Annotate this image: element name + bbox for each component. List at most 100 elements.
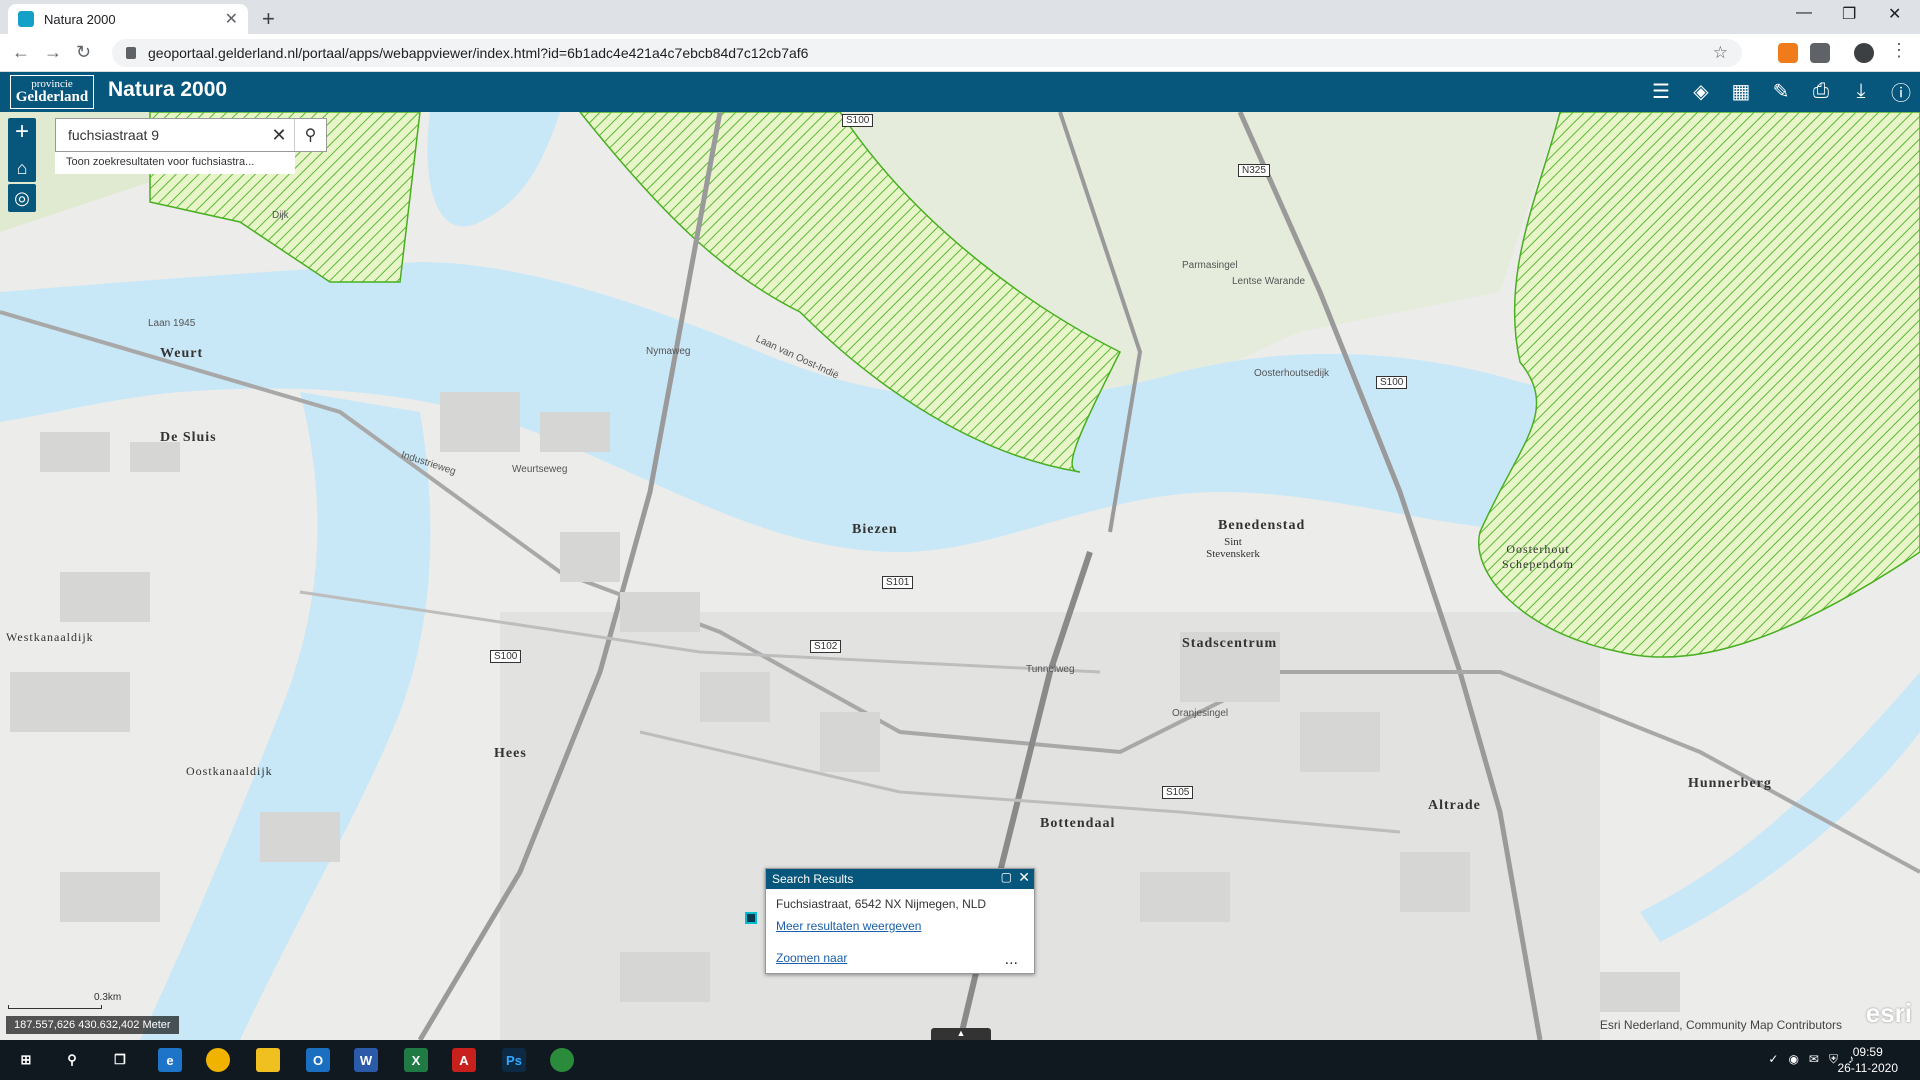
close-window-icon[interactable]: ✕ <box>1888 4 1901 24</box>
road-shield: S101 <box>882 576 914 589</box>
search-results-popup: Search Results ▢ ✕ Fuchsiastraat, 6542 N… <box>765 868 1035 974</box>
windows-taskbar: ⊞ ⚲ ❐ e O W X A Ps ✓ ◉ ✉ ⛨ ♪ 09:59 26-11… <box>0 1040 1920 1080</box>
bookmark-star-icon[interactable]: ☆ <box>1713 43 1728 63</box>
measure-icon[interactable]: ✎ <box>1768 78 1794 104</box>
close-tab-icon[interactable]: ✕ <box>225 9 238 29</box>
search-button[interactable]: ⚲ <box>294 119 326 151</box>
street-oosterhoutsedijk: Oosterhoutsedijk <box>1254 368 1330 379</box>
label-stadscentrum: Stadscentrum <box>1182 636 1278 651</box>
popup-header: Search Results ▢ ✕ <box>766 869 1034 889</box>
road-shield: S102 <box>810 640 842 653</box>
attribution: Esri Nederland, Community Map Contributo… <box>1599 1018 1842 1032</box>
profile-icon[interactable] <box>1854 43 1874 63</box>
popup-more-icon[interactable]: ... <box>1005 951 1018 969</box>
search-taskbar-icon[interactable]: ⚲ <box>60 1048 84 1072</box>
photoshop-icon[interactable]: Ps <box>502 1048 526 1072</box>
browser-toolbar: ← → ↻ geoportaal.gelderland.nl/portaal/a… <box>0 34 1920 72</box>
reload-icon[interactable]: ↻ <box>76 42 91 63</box>
site-favicon-icon <box>18 11 34 27</box>
restore-icon[interactable]: ❐ <box>1842 4 1856 24</box>
globe-icon[interactable] <box>550 1048 574 1072</box>
excel-icon[interactable]: X <box>404 1048 428 1072</box>
road-shield: S105 <box>1162 786 1194 799</box>
popup-body: Fuchsiastraat, 6542 NX Nijmegen, NLD Mee… <box>766 889 1034 973</box>
esri-logo: esri <box>1865 998 1912 1028</box>
print-icon[interactable]: ⎙ <box>1808 78 1834 104</box>
label-hunnerberg: Hunnerberg <box>1688 776 1772 791</box>
minimize-icon[interactable]: — <box>1796 4 1812 22</box>
back-icon[interactable]: ← <box>12 42 30 63</box>
close-popup-icon[interactable]: ✕ <box>1018 869 1030 886</box>
start-icon[interactable]: ⊞ <box>14 1048 38 1072</box>
road-shield: S100 <box>490 650 522 663</box>
file-explorer-icon[interactable] <box>256 1048 280 1072</box>
legend-icon[interactable]: ☰ <box>1648 78 1674 104</box>
street-laan-1945: Laan 1945 <box>148 318 196 329</box>
label-hees: Hees <box>494 746 527 761</box>
widget-toolbar: ☰ ◈ ▦ ✎ ⎙ ⤓ ⓘ <box>1648 78 1914 105</box>
tray-check-icon[interactable]: ✓ <box>1768 1052 1778 1067</box>
outlook-icon[interactable]: O <box>306 1048 330 1072</box>
locate-icon: ◎ <box>14 187 30 208</box>
location-marker[interactable] <box>745 912 757 924</box>
locate-button[interactable]: ◎ <box>8 184 36 212</box>
search-input[interactable] <box>56 120 264 150</box>
new-tab-icon[interactable]: + <box>262 6 275 32</box>
street-dijk: Dijk <box>272 210 289 221</box>
street-lentse-warande: Lentse Warande <box>1232 276 1306 287</box>
map-view[interactable]: Weurt De Sluis Westkanaaldijk Oostkanaal… <box>0 112 1920 1040</box>
browser-tab[interactable]: Natura 2000 ✕ <box>8 4 248 34</box>
street-tunnelweg: Tunnelweg <box>1026 664 1075 675</box>
label-oosterhout-schependom: Oosterhout Schependom <box>1502 542 1574 571</box>
system-clock[interactable]: 09:59 26-11-2020 <box>1838 1044 1899 1076</box>
search-suggestion[interactable]: Toon zoekresultaten voor fuchsiastra... <box>55 152 295 174</box>
lock-icon <box>126 47 136 59</box>
road-shield: S100 <box>1376 376 1408 389</box>
home-button[interactable]: ⌂ <box>8 154 36 182</box>
extension-icon[interactable] <box>1778 43 1798 63</box>
extension-shield-icon[interactable] <box>1810 43 1830 63</box>
zoom-to-link[interactable]: Zoomen naar <box>776 951 1024 965</box>
browser-menu-icon[interactable]: ⋮ <box>1890 40 1908 61</box>
result-address: Fuchsiastraat, 6542 NX Nijmegen, NLD <box>776 897 987 911</box>
label-sint-stevenskerk: Sint Stevenskerk <box>1206 536 1260 560</box>
url-text: geoportaal.gelderland.nl/portaal/apps/we… <box>148 45 809 61</box>
coordinate-readout: 187.557,626 430.632,402 Meter <box>6 1016 179 1034</box>
more-results-link[interactable]: Meer resultaten weergeven <box>776 919 1024 933</box>
label-de-sluis: De Sluis <box>160 430 217 445</box>
street-weurtseweg: Weurtseweg <box>512 464 568 475</box>
tray-network-icon[interactable]: ◉ <box>1788 1052 1798 1067</box>
app-title: Natura 2000 <box>108 78 228 101</box>
address-bar[interactable]: geoportaal.gelderland.nl/portaal/apps/we… <box>112 39 1742 67</box>
search-box: ✕ ⚲ <box>55 118 327 152</box>
label-westkanaaldijk: Westkanaaldijk <box>6 630 94 644</box>
clock-time: 09:59 <box>1852 1045 1883 1059</box>
attribute-drawer-handle[interactable]: ▲ <box>931 1028 991 1040</box>
word-icon[interactable]: W <box>354 1048 378 1072</box>
forward-icon[interactable]: → <box>44 42 62 63</box>
ie-icon[interactable]: e <box>158 1048 182 1072</box>
acrobat-icon[interactable]: A <box>452 1048 476 1072</box>
home-icon: ⌂ <box>16 157 28 178</box>
tray-mail-icon[interactable]: ✉ <box>1809 1052 1819 1067</box>
task-view-icon[interactable]: ❐ <box>108 1048 132 1072</box>
popup-title: Search Results <box>772 872 854 886</box>
about-icon[interactable]: ⓘ <box>1888 78 1914 105</box>
scale-bar-line <box>8 1005 102 1009</box>
road-shield: S100 <box>842 114 874 127</box>
street-oranjesingel: Oranjesingel <box>1172 708 1229 719</box>
tab-title: Natura 2000 <box>44 11 116 27</box>
zoom-in-button[interactable]: + <box>8 118 36 146</box>
label-biezen: Biezen <box>852 522 898 537</box>
label-benedenstad: Benedenstad <box>1218 518 1306 533</box>
scale-bar: 0.3km <box>8 992 121 1009</box>
maximize-icon[interactable]: ▢ <box>1001 870 1012 884</box>
layer-list-icon[interactable]: ◈ <box>1688 78 1714 104</box>
basemap-gallery-icon[interactable]: ▦ <box>1728 78 1754 104</box>
street-nymaweg: Nymaweg <box>646 346 691 357</box>
clear-search-icon[interactable]: ✕ <box>264 125 294 146</box>
share-icon[interactable]: ⤓ <box>1848 78 1874 104</box>
chrome-icon[interactable] <box>206 1048 230 1072</box>
label-oostkanaaldijk: Oostkanaaldijk <box>186 764 273 778</box>
scale-label: 0.3km <box>94 992 122 1003</box>
